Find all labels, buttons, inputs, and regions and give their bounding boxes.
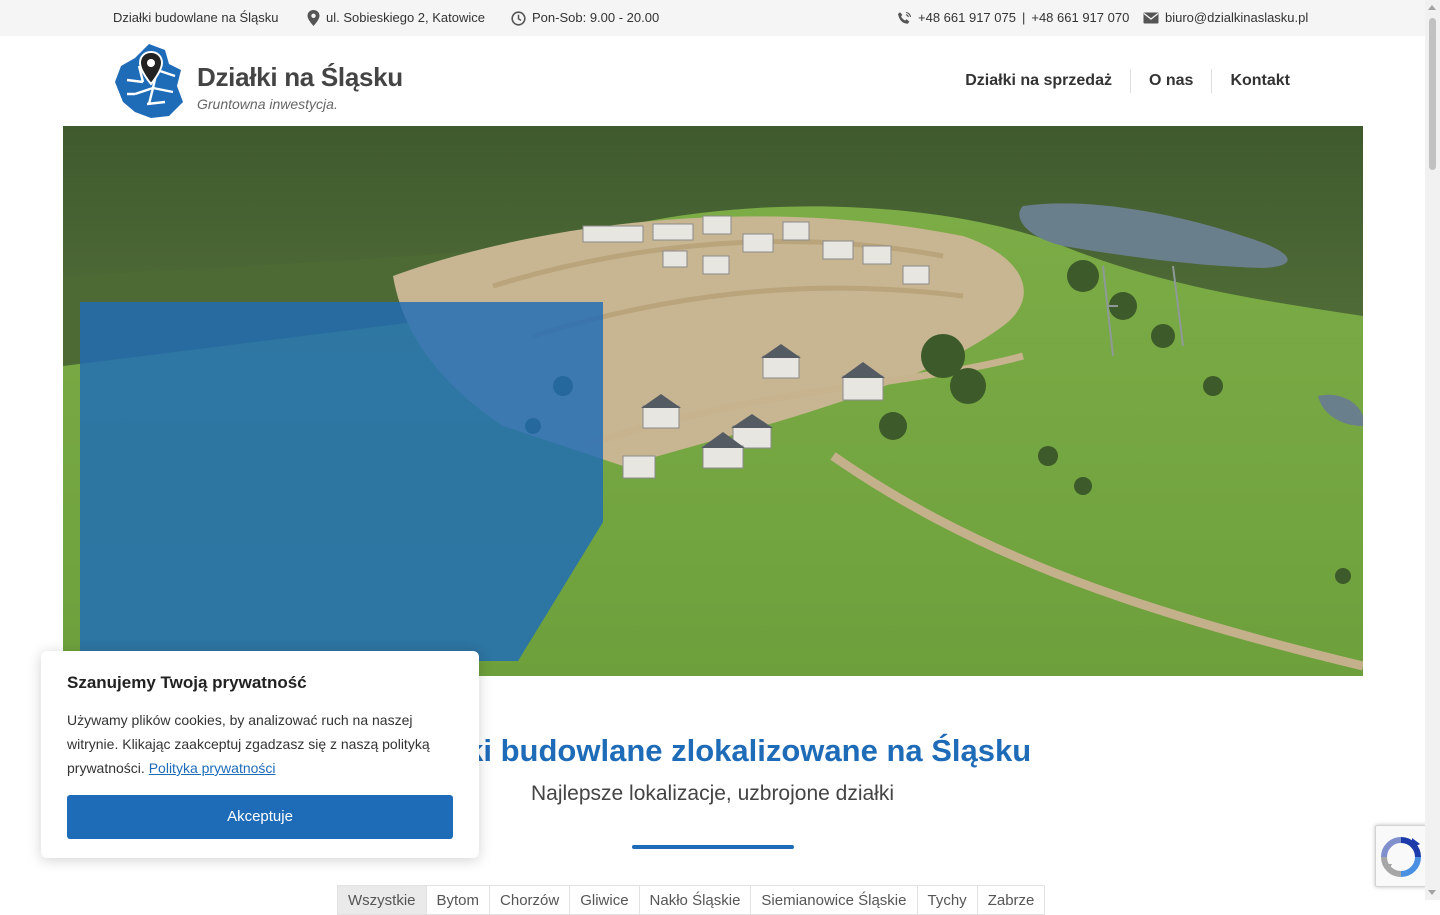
main-nav: Działki na sprzedaż O nas Kontakt	[947, 69, 1308, 93]
hero-aerial-photo	[63, 126, 1363, 676]
scroll-down-arrow-icon[interactable]	[1428, 890, 1436, 895]
logo-title: Działki na Śląsku	[197, 62, 403, 92]
location-filter-tabs: Wszystkie Bytom Chorzów Gliwice Nakło Śl…	[337, 885, 1046, 915]
nav-item-contact[interactable]: Kontakt	[1211, 69, 1308, 93]
mail-icon	[1143, 12, 1159, 24]
address: ul. Sobieskiego 2, Katowice	[307, 0, 485, 36]
hours-text: Pon-Sob: 9.00 - 20.00	[532, 10, 660, 25]
filter-tab-gliwice[interactable]: Gliwice	[570, 885, 640, 915]
tagline-text: Działki budowlane na Śląsku	[113, 10, 279, 25]
silesia-map-logo-icon	[115, 44, 183, 118]
privacy-policy-link[interactable]: Polityka prywatności	[149, 760, 276, 776]
address-text: ul. Sobieskiego 2, Katowice	[326, 10, 485, 25]
filter-tab-all[interactable]: Wszystkie	[337, 885, 427, 915]
aerial-landscape-illustration	[63, 126, 1363, 676]
phone-link-2[interactable]: +48 661 917 070	[1031, 0, 1129, 36]
nav-item-plots-for-sale[interactable]: Działki na sprzedaż	[947, 69, 1130, 93]
clock-icon	[511, 10, 526, 26]
scroll-up-arrow-icon[interactable]	[1428, 5, 1436, 10]
hero-blue-overlay-shape	[80, 302, 603, 661]
filter-tab-chorzow[interactable]: Chorzów	[490, 885, 571, 915]
map-pin-icon	[307, 10, 320, 26]
opening-hours: Pon-Sob: 9.00 - 20.00	[511, 0, 659, 36]
recaptcha-badge[interactable]	[1375, 825, 1427, 887]
phone-link-1[interactable]: +48 661 917 075	[918, 0, 1016, 36]
phone-numbers: +48 661 917 075 | +48 661 917 070	[897, 0, 1129, 36]
nav-item-about[interactable]: O nas	[1129, 69, 1211, 93]
cookie-consent-dialog: Szanujemy Twoją prywatność Używamy plikó…	[41, 651, 479, 858]
page-scrollbar[interactable]	[1425, 0, 1440, 900]
tagline: Działki budowlane na Śląsku	[113, 0, 278, 36]
cookie-text-block: Używamy plików cookies, by analizować ru…	[67, 708, 459, 780]
filter-tab-tychy[interactable]: Tychy	[917, 885, 978, 915]
cookie-title: Szanujemy Twoją prywatność	[67, 673, 307, 692]
recaptcha-icon	[1381, 837, 1421, 877]
filter-tab-naklo-slaskie[interactable]: Nakło Śląskie	[639, 885, 752, 915]
email-link[interactable]: biuro@dzialkinaslasku.pl	[1165, 0, 1308, 36]
phone-separator: |	[1021, 10, 1026, 25]
accept-cookies-button[interactable]: Akceptuje	[67, 795, 453, 839]
top-contact-bar: Działki budowlane na Śląsku ul. Sobieski…	[0, 0, 1425, 36]
filter-tab-siemianowice-slaskie[interactable]: Siemianowice Śląskie	[751, 885, 918, 915]
logo-subtitle: Gruntowna inwestycja.	[197, 96, 338, 112]
site-logo[interactable]: Działki na Śląsku Gruntowna inwestycja.	[113, 42, 418, 120]
filter-tab-bytom[interactable]: Bytom	[426, 885, 491, 915]
phone-icon	[898, 11, 912, 24]
filter-tab-zabrze[interactable]: Zabrze	[977, 885, 1046, 915]
section-divider	[632, 845, 794, 849]
email: biuro@dzialkinaslasku.pl	[1143, 0, 1308, 36]
scrollbar-thumb[interactable]	[1429, 18, 1436, 170]
site-header: Działki na Śląsku Gruntowna inwestycja. …	[0, 36, 1425, 126]
